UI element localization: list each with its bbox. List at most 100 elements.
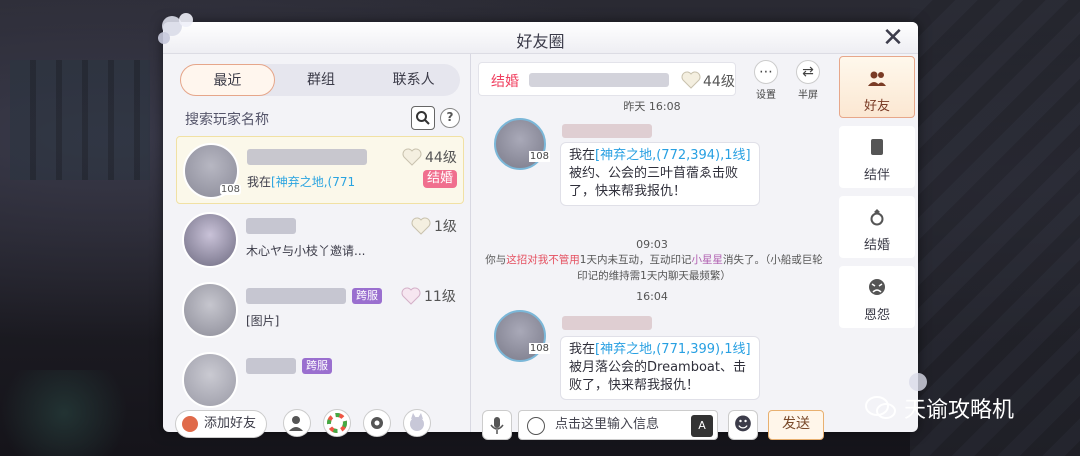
chat-partner-name-blurred	[529, 73, 669, 87]
friend-name-blurred	[246, 358, 296, 374]
notice-player-name: 这招对我不管用	[506, 254, 580, 266]
notice-text: 你与	[485, 254, 507, 266]
chat-message: 我在[神弃之地,(772,394),1线] 被约、公会的三叶苜蓿ゑ击败了，快来帮…	[560, 142, 760, 206]
tab-groups[interactable]: 群组	[275, 64, 368, 96]
search-button[interactable]	[411, 106, 435, 130]
cross-server-badge: 跨服	[302, 358, 332, 374]
message-timestamp: 16:04	[636, 290, 668, 303]
avatar	[182, 352, 238, 408]
avatar: 108	[183, 143, 241, 199]
message-prefix: 我在	[247, 175, 272, 189]
watermark-text: 天谕攻略机	[904, 398, 1015, 423]
add-friend-button[interactable]: 添加好友	[175, 410, 267, 438]
message-input[interactable]: 点击这里输入信息 A	[518, 410, 718, 440]
background-shelf	[10, 60, 150, 180]
friends-icon	[868, 71, 886, 86]
chat-partner-level: 44级	[703, 74, 735, 90]
ring-icon	[870, 209, 884, 226]
friend-item[interactable]: 108 44级 我在[神弃之地,(771 结婚	[176, 136, 464, 204]
chat-settings-button[interactable]: ⋯ 设置	[746, 60, 786, 101]
message-sender-blurred	[562, 124, 652, 138]
married-tag: 结婚	[491, 74, 519, 90]
heart-icon	[402, 148, 422, 166]
pet-button[interactable]	[403, 409, 431, 437]
tab-bar: 最近 群组 联系人	[180, 64, 460, 96]
sidebar-item-marriage[interactable]: 结婚	[839, 196, 915, 258]
tab-contacts[interactable]: 联系人	[367, 64, 460, 96]
friend-name-blurred	[246, 218, 296, 234]
translate-icon[interactable]: A	[691, 415, 713, 437]
chat-input-row: 点击这里输入信息 A ☻ 发送	[472, 410, 832, 444]
background-plant	[0, 370, 160, 456]
chat-message: 我在[神弃之地,(771,399),1线] 被月落公会的Dreamboat、击败…	[560, 336, 760, 400]
friend-item[interactable]: 跨服 11级 [图片]	[176, 276, 464, 344]
cross-server-badge: 跨服	[352, 288, 382, 304]
input-placeholder: 点击这里输入信息	[555, 417, 660, 432]
message-prefix: 我在	[569, 342, 596, 357]
sidebar-item-friends[interactable]: 好友	[839, 56, 915, 118]
friend-level: 1级	[434, 219, 457, 235]
sidebar-item-label: 结婚	[863, 238, 890, 253]
message-timestamp: 09:03	[636, 238, 668, 251]
avatar-level: 108	[528, 343, 550, 354]
avatar-level: 108	[528, 151, 550, 162]
find-player-button[interactable]	[283, 409, 311, 437]
heart-icon	[401, 287, 421, 305]
friend-item[interactable]: 跨服	[176, 346, 464, 408]
message-text: 被月落公会的Dreamboat、击败了，快来帮我报仇！	[569, 360, 746, 393]
microphone-icon	[490, 417, 504, 434]
angry-face-icon	[869, 279, 885, 295]
half-screen-button[interactable]: ⇄ 半屏	[788, 60, 828, 101]
location-link[interactable]: [神弃之地,(771,399),1线]	[595, 342, 751, 357]
color-wheel-icon	[327, 413, 347, 433]
search-input[interactable]: 搜索玩家名称	[185, 109, 269, 129]
cat-icon	[410, 413, 424, 431]
notice-text: 印记的维持需1天内聊天最频繁）	[577, 270, 731, 282]
wechat-icon	[865, 396, 896, 419]
message-prefix: 我在	[569, 148, 596, 163]
heart-icon	[411, 217, 431, 235]
left-panel: 最近 群组 联系人 搜索玩家名称 ? 108 44级 我在[神弃之地,(771 …	[163, 54, 471, 438]
friend-item[interactable]: 1级 木心ヤ与小枝丫邀请...	[176, 206, 464, 274]
friend-name-blurred	[247, 149, 367, 165]
sidebar-item-companion[interactable]: 结伴	[839, 126, 915, 188]
sidebar-item-grudges[interactable]: 恩怨	[839, 266, 915, 328]
tab-recent[interactable]: 最近	[180, 64, 275, 96]
friend-name-blurred	[246, 288, 346, 304]
emoji-button[interactable]: ☻	[728, 410, 758, 440]
location-link[interactable]: [神弃之地,(771	[271, 175, 355, 189]
close-button[interactable]: ✕	[880, 25, 906, 51]
flower-decoration	[158, 13, 193, 44]
chat-header: 结婚 44级	[478, 62, 736, 96]
friend-last-message: 木心ヤ与小枝丫邀请...	[246, 244, 366, 258]
message-avatar[interactable]: 108	[494, 310, 550, 362]
more-icon: ⋯	[754, 60, 778, 84]
sidebar-item-label: 好友	[863, 99, 890, 114]
married-badge: 结婚	[423, 170, 458, 188]
location-link[interactable]: [神弃之地,(772,394),1线]	[595, 148, 751, 163]
message-timestamp: 昨天 16:08	[623, 100, 681, 113]
chat-panel: 结婚 44级 ⋯ 设置 ⇄ 半屏 昨天 16:08 108 我在[神弃之地,(7…	[472, 54, 832, 440]
message-text: 被约、公会的三叶苜蓿ゑ击败了，快来帮我报仇！	[569, 166, 739, 199]
search-row: 搜索玩家名称	[180, 104, 445, 132]
history-icon[interactable]	[527, 417, 545, 435]
help-button[interactable]: ?	[440, 108, 460, 128]
message-avatar[interactable]: 108	[494, 118, 550, 170]
notice-text: 消失了。（小船或巨轮	[722, 254, 823, 266]
left-bottom-bar: 添加好友	[163, 408, 471, 438]
notice-mark-name: 小星星	[691, 254, 723, 266]
settings-button[interactable]	[363, 409, 391, 437]
voice-button[interactable]	[482, 410, 512, 440]
send-button[interactable]: 发送	[768, 410, 824, 440]
sidebar-item-label: 恩怨	[863, 308, 890, 323]
message-sender-blurred	[562, 316, 652, 330]
smiley-icon: ☻	[733, 414, 753, 435]
sidebar-item-label: 结伴	[863, 168, 890, 183]
color-wheel-button[interactable]	[323, 409, 351, 437]
notice-text: 1天内未互动，互动印记	[579, 254, 692, 266]
avatar	[182, 282, 238, 338]
avatar-level: 108	[219, 184, 241, 195]
add-user-icon	[182, 416, 198, 432]
window-title: 好友圈	[516, 32, 565, 51]
swap-icon: ⇄	[796, 60, 820, 84]
